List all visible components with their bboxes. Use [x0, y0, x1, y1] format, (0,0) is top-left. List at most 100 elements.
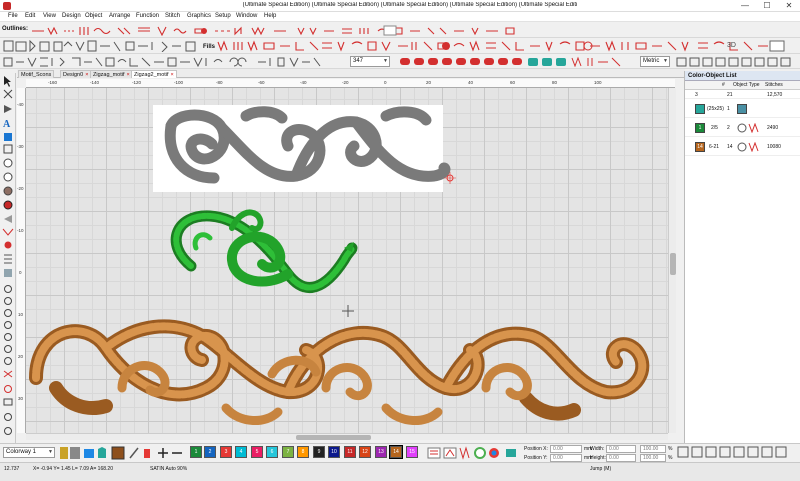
- menu-arrange[interactable]: Arrange: [109, 13, 130, 19]
- menu-view[interactable]: View: [43, 13, 56, 19]
- menu-edit[interactable]: Edit: [25, 13, 35, 19]
- tab-zigzag-motif[interactable]: Zigzag_motif ×: [90, 70, 133, 78]
- tab-label: Motif_Scons: [21, 72, 52, 78]
- row-cell: 2/5: [711, 125, 718, 131]
- vertical-scrollbar[interactable]: [668, 88, 676, 433]
- position-y-field[interactable]: 0.00: [550, 454, 582, 462]
- ruler-tick-label: -40: [300, 80, 307, 85]
- close-button[interactable]: ✕: [778, 0, 800, 12]
- position-x-field[interactable]: 0.00: [550, 445, 582, 453]
- color-chip-7[interactable]: 7: [282, 446, 294, 458]
- close-icon[interactable]: ×: [127, 72, 130, 78]
- colorway-select[interactable]: Colorway 1 ▼: [3, 447, 55, 458]
- color-chip-11[interactable]: 11: [344, 446, 356, 458]
- outlines-toolbar: Outlines:: [0, 22, 800, 38]
- menu-function[interactable]: Function: [136, 13, 159, 19]
- ruler-tick-label: 40: [468, 80, 474, 85]
- window-title: (Ultimate Special Edition) (Ultimate Spe…: [242, 2, 578, 8]
- tab-zigzag2-motif[interactable]: Zigzag2_motif ×: [131, 70, 177, 78]
- sequence-tools[interactable]: [426, 446, 522, 460]
- color-chip-15[interactable]: 15: [406, 446, 418, 458]
- fill-stitch-tools[interactable]: Fills: [202, 40, 800, 52]
- height-field[interactable]: 0.00: [606, 454, 636, 462]
- close-icon[interactable]: ×: [85, 72, 88, 78]
- color-chip-4[interactable]: 4: [235, 446, 247, 458]
- color-chip-1[interactable]: 1: [190, 446, 202, 458]
- horizontal-scrollbar[interactable]: [26, 433, 668, 440]
- ruler-tick-label: 30: [18, 396, 24, 401]
- color-chip-3[interactable]: 3: [220, 446, 232, 458]
- ruler-tick-label: -30: [17, 144, 24, 149]
- ruler-tick-label: 20: [426, 80, 432, 85]
- row-cell: 1: [727, 106, 730, 112]
- menu-file[interactable]: File: [8, 13, 18, 19]
- outlines-label: Outlines:: [2, 26, 29, 32]
- row-cell: (25x25): [707, 106, 724, 112]
- jump-status: Jump (M): [590, 466, 612, 472]
- menu-window[interactable]: Window: [236, 13, 257, 19]
- units-combo[interactable]: Metric ▼: [640, 56, 670, 67]
- color-chip-13[interactable]: 13: [375, 446, 387, 458]
- panel-title: Color-Object List: [685, 71, 800, 81]
- main-toolbar: Fills 3D: [0, 38, 800, 54]
- close-icon[interactable]: ×: [171, 72, 174, 78]
- toolbox-icons[interactable]: A: [0, 73, 16, 458]
- row-cell: 14: [727, 144, 733, 150]
- minimize-button[interactable]: —: [734, 0, 756, 12]
- menu-help[interactable]: Help: [264, 13, 276, 19]
- menu-stitch[interactable]: Stitch: [165, 13, 180, 19]
- horizontal-scroll-thumb[interactable]: [296, 435, 371, 440]
- angle-value: 347: [353, 58, 364, 64]
- cursor-coordinates: X= -0.94 Y= 1.45 L= 7.09 A= 168.20: [33, 466, 113, 472]
- width-percent-field[interactable]: 100.00: [640, 445, 666, 453]
- object-type-icon: [737, 142, 759, 152]
- view-3d-button[interactable]: 3D: [727, 42, 736, 49]
- list-row-color[interactable]: 14 6-21 14 10080: [685, 138, 800, 156]
- color-chip-2[interactable]: 2: [204, 446, 216, 458]
- colorway-toolbar: Colorway 1 ▼ 1 2 3 4 5 6 7 8 9 10 11 12 1…: [0, 443, 800, 462]
- color-chip-12[interactable]: 12: [359, 446, 371, 458]
- view-tools[interactable]: [675, 56, 795, 67]
- menu-design[interactable]: Design: [62, 13, 81, 19]
- ruler-tick-label: 20: [18, 354, 24, 359]
- edit-tools[interactable]: [2, 56, 332, 67]
- column-header: #: [722, 82, 725, 88]
- tab-label: Zigzag2_motif: [134, 72, 169, 78]
- file-edit-tools[interactable]: [2, 40, 202, 52]
- transform-tools[interactable]: [676, 446, 796, 460]
- height-percent-field[interactable]: 100.00: [640, 454, 666, 462]
- fills-label: Fills: [203, 44, 216, 50]
- tab-design0[interactable]: Design0 ×: [60, 70, 92, 78]
- list-row-summary[interactable]: 3 21 12,570: [685, 90, 800, 99]
- menu-graphics[interactable]: Graphics: [187, 13, 211, 19]
- color-chip-14[interactable]: 14: [389, 445, 403, 459]
- stitch-effect-tools[interactable]: [398, 56, 638, 67]
- color-chip-9[interactable]: 9: [313, 446, 325, 458]
- ruler-tick-label: 100: [594, 80, 602, 85]
- design-canvas[interactable]: [26, 88, 668, 433]
- menu-setup[interactable]: Setup: [215, 13, 231, 19]
- row-cell: 6-21: [709, 144, 720, 150]
- list-row-color[interactable]: 1 2/5 2 2490: [685, 119, 800, 137]
- color-chip-10[interactable]: 10: [328, 446, 340, 458]
- menu-object[interactable]: Object: [85, 13, 102, 19]
- vertical-ruler: -40 -30 -20 -10 0 10 20 30: [17, 88, 26, 433]
- color-chip-6[interactable]: 6: [266, 446, 278, 458]
- width-field[interactable]: 0.00: [606, 445, 636, 453]
- colorway-value: Colorway 1: [6, 449, 37, 455]
- color-chip-5[interactable]: 5: [251, 446, 263, 458]
- ruler-tick-label: -10: [17, 228, 24, 233]
- colorway-tools[interactable]: [58, 446, 188, 460]
- left-toolbox: A: [0, 73, 16, 458]
- angle-combo[interactable]: 347 ▼: [350, 56, 390, 67]
- maximize-button[interactable]: ☐: [756, 0, 778, 12]
- tab-motif-scons[interactable]: Motif_Scons: [18, 70, 55, 78]
- list-row-object[interactable]: (25x25) 1: [685, 100, 800, 118]
- tab-label: Design0: [63, 72, 84, 78]
- row-cell: 10080: [767, 144, 781, 150]
- ruler-tick-label: -60: [258, 80, 265, 85]
- outline-stitch-tools[interactable]: [30, 25, 530, 36]
- vertical-scroll-thumb[interactable]: [670, 253, 676, 275]
- ruler-tick-label: -140: [90, 80, 100, 85]
- color-chip-8[interactable]: 8: [297, 446, 309, 458]
